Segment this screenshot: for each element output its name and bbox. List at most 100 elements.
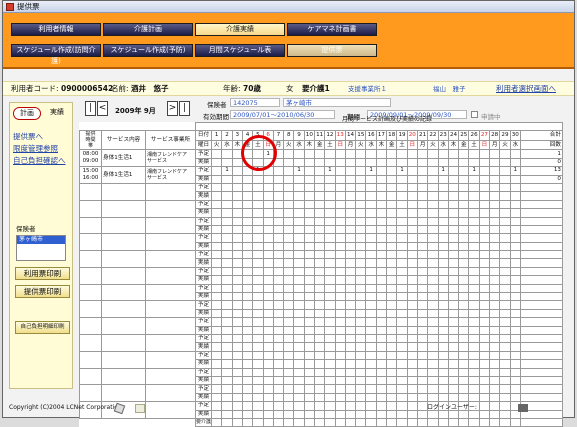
total-cell — [519, 342, 563, 352]
day-value-cell — [303, 317, 316, 327]
day-value-cell — [478, 216, 491, 226]
table-row[interactable]: 15:00 16:00 身体1生活1 湘南フレンドケア サービス 予定 1 1 1 1 1 1 1 1… — [79, 166, 563, 184]
day-value-cell — [293, 333, 305, 344]
day-value-cell — [365, 199, 377, 210]
last-month-button[interactable]: | — [179, 101, 190, 116]
weekday-cell: 水 — [293, 139, 305, 151]
day-value-cell — [313, 308, 326, 319]
insurer-list-item[interactable]: 茅ヶ崎市 — [17, 236, 65, 244]
day-value-cell — [293, 342, 305, 352]
insurer-listbox[interactable]: 茅ヶ崎市 — [16, 235, 66, 261]
day-value-cell — [386, 375, 398, 386]
nav-care-actual-button[interactable]: 介護実績 — [195, 23, 285, 36]
table-row[interactable]: 予定 — [79, 233, 563, 252]
time-band-header: 提供 時間 帯 — [79, 130, 102, 151]
limit-management-link[interactable]: 限度管理参照 — [13, 143, 58, 154]
day-value-cell: 1 — [468, 166, 480, 176]
nav-care-plan-button[interactable]: 介護計画 — [103, 23, 193, 36]
day-value-cell — [447, 300, 460, 310]
day-value-cell — [427, 333, 439, 344]
schedule-prevent-button[interactable]: スケジュール作成(予防) — [103, 44, 193, 57]
self-payment-link[interactable]: 自己負担確認へ — [13, 155, 66, 166]
day-value-cell — [303, 292, 316, 302]
table-row[interactable]: 08:00 09:00 身体1生活1 湘南フレンドケア サービス 予定 1 1 — [79, 149, 563, 168]
day-cell: 13 — [334, 130, 346, 141]
table-row[interactable]: 予定 — [79, 300, 563, 319]
tab-plan[interactable]: 計画 — [13, 107, 41, 120]
day-value-cell — [334, 283, 346, 294]
print-self-payment-button[interactable]: 自己負担明細印刷 — [15, 321, 70, 334]
table-row[interactable]: 予定 — [79, 266, 563, 285]
day-value-cell — [252, 384, 264, 394]
day-value-cell — [211, 224, 223, 235]
day-value-cell — [324, 283, 336, 294]
day-value-cell — [252, 250, 264, 260]
day-value-cell — [231, 317, 243, 327]
day-value-cell — [365, 333, 377, 344]
table-row[interactable]: 予定 — [79, 350, 563, 369]
day-value-cell — [303, 350, 316, 361]
tab-actual[interactable]: 実績 — [43, 107, 71, 120]
schedule-visit-button[interactable]: スケジュール作成(訪問介護) — [11, 44, 101, 65]
day-value-cell — [313, 317, 326, 327]
table-row[interactable]: 予定 — [79, 333, 563, 352]
actual-label: 実績 — [195, 191, 213, 201]
user-select-link[interactable]: 利用者選択画面へ — [496, 82, 556, 96]
table-row[interactable]: 予定 — [79, 367, 563, 386]
day-value-cell — [437, 300, 449, 310]
table-row[interactable]: 予定 — [79, 317, 563, 335]
total-cell — [519, 233, 563, 243]
print-use-sheet-button[interactable]: 利用票印刷 — [15, 267, 70, 280]
day-value-cell — [406, 233, 418, 243]
day-value-cell — [416, 174, 429, 184]
table-row[interactable]: 予定 — [79, 199, 563, 218]
day-value-cell — [344, 191, 357, 201]
day-value-cell — [303, 208, 316, 218]
monthly-schedule-button[interactable]: 月間スケジュール表 — [195, 44, 285, 57]
table-row[interactable]: 予定 — [79, 384, 563, 403]
day-value-cell — [468, 208, 480, 218]
day-value-cell — [334, 342, 346, 352]
day-value-cell — [211, 250, 223, 260]
window-title: 提供票 — [17, 2, 40, 11]
first-month-button[interactable]: | — [85, 101, 96, 116]
table-row[interactable]: 予定 — [79, 250, 563, 268]
day-value-cell — [458, 266, 470, 277]
day-value-cell — [221, 325, 233, 336]
nav-user-info-button[interactable]: 利用者情報 — [11, 23, 101, 36]
day-value-cell — [365, 208, 377, 218]
day-value-cell — [427, 199, 439, 210]
day-value-cell — [252, 300, 264, 310]
day-value-cell — [211, 367, 223, 377]
day-cell: 23 — [437, 130, 449, 141]
day-value-cell — [458, 208, 470, 218]
previous-month-button[interactable]: < — [97, 101, 108, 116]
weekday-cell: 木 — [375, 139, 388, 151]
day-value-cell — [313, 300, 326, 310]
day-value-cell — [272, 283, 285, 294]
table-row[interactable]: 予定 — [79, 182, 563, 201]
day-value-cell — [252, 208, 264, 218]
table-row[interactable]: 予定 — [79, 283, 563, 302]
day-value-cell — [458, 199, 470, 210]
next-month-button[interactable]: > — [167, 101, 178, 116]
nav-care-manager-button[interactable]: ケアマネ計画書 — [287, 23, 377, 36]
day-value-cell — [478, 191, 491, 201]
offer-sheet-link[interactable]: 提供票へ — [13, 131, 43, 142]
print-offer-sheet-button[interactable]: 提供票印刷 — [15, 285, 70, 298]
applying-checkbox[interactable] — [471, 111, 478, 118]
actual-label: 実績 — [195, 224, 213, 235]
day-value-cell — [458, 157, 470, 168]
day-value-cell — [355, 384, 367, 394]
day-value-cell — [458, 384, 470, 394]
time-band-cell: 08:00 09:00 — [79, 149, 102, 168]
offer-sheet-button[interactable]: 提供票 — [287, 44, 377, 57]
day-value-cell — [427, 166, 439, 176]
day-value-cell — [293, 216, 305, 226]
day-value-cell — [478, 375, 491, 386]
table-row[interactable]: 予定 — [79, 216, 563, 235]
day-value-cell — [221, 266, 233, 277]
book-icon[interactable] — [135, 404, 145, 413]
day-value-cell — [355, 216, 367, 226]
day-value-cell — [416, 308, 429, 319]
